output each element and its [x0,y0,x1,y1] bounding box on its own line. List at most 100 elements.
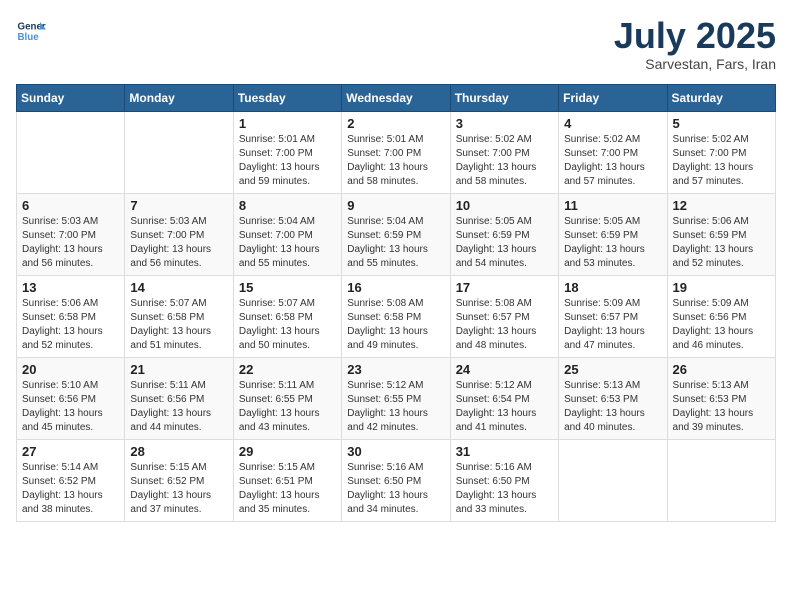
day-number: 30 [347,444,444,459]
day-info: Sunrise: 5:12 AM Sunset: 6:55 PM Dayligh… [347,379,444,435]
day-number: 12 [673,198,770,213]
day-info: Sunrise: 5:02 AM Sunset: 7:00 PM Dayligh… [456,133,553,189]
day-number: 28 [130,444,227,459]
calendar-cell: 25Sunrise: 5:13 AM Sunset: 6:53 PM Dayli… [559,357,667,439]
day-number: 5 [673,116,770,131]
calendar-cell: 17 Sunrise: 5:08 AM Sunset: 6:57 PM Dayli… [450,275,558,357]
calendar-cell: 27Sunrise: 5:14 AM Sunset: 6:52 PM Dayli… [17,439,125,521]
day-info: Sunrise: 5:02 AM Sunset: 7:00 PM Dayligh… [564,133,661,189]
day-number: 8 [239,198,336,213]
calendar-cell: 14 Sunrise: 5:07 AM Sunset: 6:58 PM Dayli… [125,275,233,357]
day-number: 11 [564,198,661,213]
day-info: Sunrise: 5:16 AM Sunset: 6:50 PM Dayligh… [456,461,553,517]
day-info: Sunrise: 5:15 AM Sunset: 6:51 PM Dayligh… [239,461,336,517]
day-info: Sunrise: 5:13 AM Sunset: 6:53 PM Dayligh… [673,379,770,435]
calendar-cell: 2 Sunrise: 5:01 AM Sunset: 7:00 PM Daylig… [342,111,450,193]
day-number: 9 [347,198,444,213]
calendar-cell: 30 Sunrise: 5:16 AM Sunset: 6:50 PM Dayli… [342,439,450,521]
calendar-cell: 9 Sunrise: 5:04 AM Sunset: 6:59 PM Daylig… [342,193,450,275]
day-info: Sunrise: 5:15 AM Sunset: 6:52 PM Dayligh… [130,461,227,517]
calendar-cell [17,111,125,193]
day-number: 19 [673,280,770,295]
calendar-cell: 11 Sunrise: 5:05 AM Sunset: 6:59 PM Dayli… [559,193,667,275]
day-info: Sunrise: 5:05 AM Sunset: 6:59 PM Dayligh… [456,215,553,271]
location-subtitle: Sarvestan, Fars, Iran [614,56,776,72]
calendar-cell: 20 Sunrise: 5:10 AM Sunset: 6:56 PM Dayli… [17,357,125,439]
day-number: 15 [239,280,336,295]
day-info: Sunrise: 5:02 AM Sunset: 7:00 PM Dayligh… [673,133,770,189]
day-number: 4 [564,116,661,131]
day-number: 14 [130,280,227,295]
day-info: Sunrise: 5:09 AM Sunset: 6:57 PM Dayligh… [564,297,661,353]
day-number: 24 [456,362,553,377]
day-number: 20 [22,362,119,377]
logo-icon: General Blue [16,16,46,46]
calendar-cell [559,439,667,521]
day-info: Sunrise: 5:16 AM Sunset: 6:50 PM Dayligh… [347,461,444,517]
calendar-cell: 29 Sunrise: 5:15 AM Sunset: 6:51 PM Dayli… [233,439,341,521]
week-row-1: 1 Sunrise: 5:01 AM Sunset: 7:00 PM Daylig… [17,111,776,193]
day-info: Sunrise: 5:03 AM Sunset: 7:00 PM Dayligh… [130,215,227,271]
day-number: 16 [347,280,444,295]
day-info: Sunrise: 5:03 AM Sunset: 7:00 PM Dayligh… [22,215,119,271]
week-row-4: 20 Sunrise: 5:10 AM Sunset: 6:56 PM Dayli… [17,357,776,439]
day-number: 6 [22,198,119,213]
day-number: 26 [673,362,770,377]
day-number: 3 [456,116,553,131]
weekday-header-thursday: Thursday [450,84,558,111]
day-number: 10 [456,198,553,213]
day-info: Sunrise: 5:06 AM Sunset: 6:58 PM Dayligh… [22,297,119,353]
svg-text:Blue: Blue [18,32,40,43]
day-info: Sunrise: 5:07 AM Sunset: 6:58 PM Dayligh… [239,297,336,353]
calendar-cell: 28 Sunrise: 5:15 AM Sunset: 6:52 PM Dayli… [125,439,233,521]
month-year-title: July 2025 [614,16,776,56]
day-info: Sunrise: 5:08 AM Sunset: 6:57 PM Dayligh… [456,297,553,353]
calendar-cell: 24Sunrise: 5:12 AM Sunset: 6:54 PM Dayli… [450,357,558,439]
day-info: Sunrise: 5:05 AM Sunset: 6:59 PM Dayligh… [564,215,661,271]
day-info: Sunrise: 5:08 AM Sunset: 6:58 PM Dayligh… [347,297,444,353]
week-row-5: 27Sunrise: 5:14 AM Sunset: 6:52 PM Dayli… [17,439,776,521]
calendar-cell: 8 Sunrise: 5:04 AM Sunset: 7:00 PM Daylig… [233,193,341,275]
day-info: Sunrise: 5:04 AM Sunset: 7:00 PM Dayligh… [239,215,336,271]
weekday-header-wednesday: Wednesday [342,84,450,111]
weekday-header-tuesday: Tuesday [233,84,341,111]
calendar-cell: 22 Sunrise: 5:11 AM Sunset: 6:55 PM Dayli… [233,357,341,439]
day-info: Sunrise: 5:10 AM Sunset: 6:56 PM Dayligh… [22,379,119,435]
day-number: 1 [239,116,336,131]
weekday-header-saturday: Saturday [667,84,775,111]
week-row-2: 6 Sunrise: 5:03 AM Sunset: 7:00 PM Daylig… [17,193,776,275]
day-info: Sunrise: 5:01 AM Sunset: 7:00 PM Dayligh… [239,133,336,189]
calendar-cell: 16 Sunrise: 5:08 AM Sunset: 6:58 PM Dayli… [342,275,450,357]
page-header: General Blue July 2025 Sarvestan, Fars, … [16,16,776,72]
day-info: Sunrise: 5:07 AM Sunset: 6:58 PM Dayligh… [130,297,227,353]
weekday-header-monday: Monday [125,84,233,111]
calendar-cell: 21 Sunrise: 5:11 AM Sunset: 6:56 PM Dayli… [125,357,233,439]
calendar-cell: 15 Sunrise: 5:07 AM Sunset: 6:58 PM Dayli… [233,275,341,357]
day-number: 17 [456,280,553,295]
weekday-header-sunday: Sunday [17,84,125,111]
day-info: Sunrise: 5:04 AM Sunset: 6:59 PM Dayligh… [347,215,444,271]
day-info: Sunrise: 5:01 AM Sunset: 7:00 PM Dayligh… [347,133,444,189]
day-number: 22 [239,362,336,377]
calendar-cell: 13Sunrise: 5:06 AM Sunset: 6:58 PM Dayli… [17,275,125,357]
calendar-cell: 12 Sunrise: 5:06 AM Sunset: 6:59 PM Dayli… [667,193,775,275]
day-number: 18 [564,280,661,295]
day-number: 23 [347,362,444,377]
day-info: Sunrise: 5:11 AM Sunset: 6:56 PM Dayligh… [130,379,227,435]
day-info: Sunrise: 5:06 AM Sunset: 6:59 PM Dayligh… [673,215,770,271]
week-row-3: 13Sunrise: 5:06 AM Sunset: 6:58 PM Dayli… [17,275,776,357]
day-number: 21 [130,362,227,377]
calendar-cell: 7Sunrise: 5:03 AM Sunset: 7:00 PM Daylig… [125,193,233,275]
calendar-cell [125,111,233,193]
weekday-header-row: SundayMondayTuesdayWednesdayThursdayFrid… [17,84,776,111]
day-number: 31 [456,444,553,459]
logo: General Blue [16,16,46,46]
day-info: Sunrise: 5:09 AM Sunset: 6:56 PM Dayligh… [673,297,770,353]
day-number: 29 [239,444,336,459]
title-block: July 2025 Sarvestan, Fars, Iran [614,16,776,72]
calendar-cell: 10 Sunrise: 5:05 AM Sunset: 6:59 PM Dayli… [450,193,558,275]
day-info: Sunrise: 5:14 AM Sunset: 6:52 PM Dayligh… [22,461,119,517]
weekday-header-friday: Friday [559,84,667,111]
day-info: Sunrise: 5:11 AM Sunset: 6:55 PM Dayligh… [239,379,336,435]
day-number: 2 [347,116,444,131]
